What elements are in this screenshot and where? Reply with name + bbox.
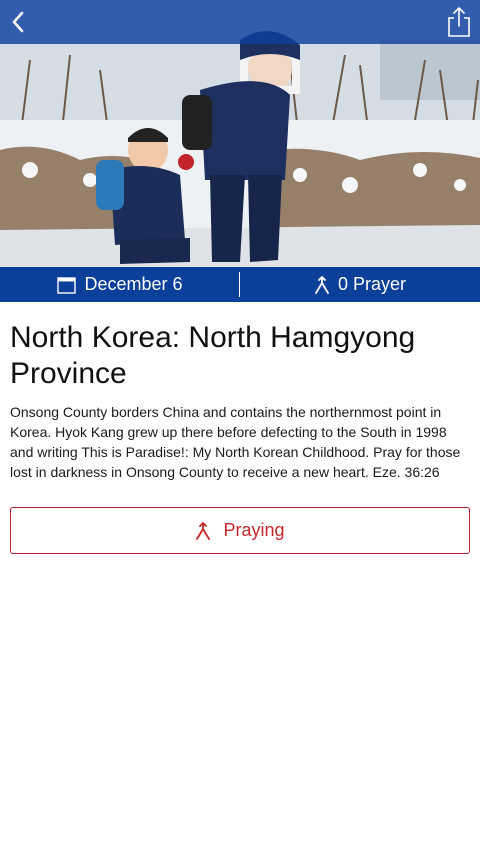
top-navbar: [0, 0, 480, 44]
share-icon: [448, 7, 470, 37]
date-cell: December 6: [0, 267, 240, 302]
share-button[interactable]: [446, 5, 472, 39]
calendar-icon: [57, 276, 77, 294]
praying-button[interactable]: Praying: [10, 507, 470, 554]
date-label: December 6: [84, 274, 183, 294]
back-button[interactable]: [4, 6, 36, 38]
description-text: Onsong County borders China and contains…: [10, 404, 461, 480]
page-title: North Korea: North Hamgyong Province: [10, 321, 416, 390]
praying-button-label: Praying: [223, 520, 285, 540]
praying-hands-icon: [315, 275, 329, 294]
prayer-count-cell: 0 Prayer: [240, 267, 480, 302]
info-divider: [239, 272, 240, 297]
info-bar: December 6 0 Prayer: [0, 267, 480, 302]
praying-hands-icon: [196, 521, 211, 540]
chevron-left-icon: [12, 11, 24, 33]
prayer-count-label: 0 Prayer: [337, 274, 407, 294]
